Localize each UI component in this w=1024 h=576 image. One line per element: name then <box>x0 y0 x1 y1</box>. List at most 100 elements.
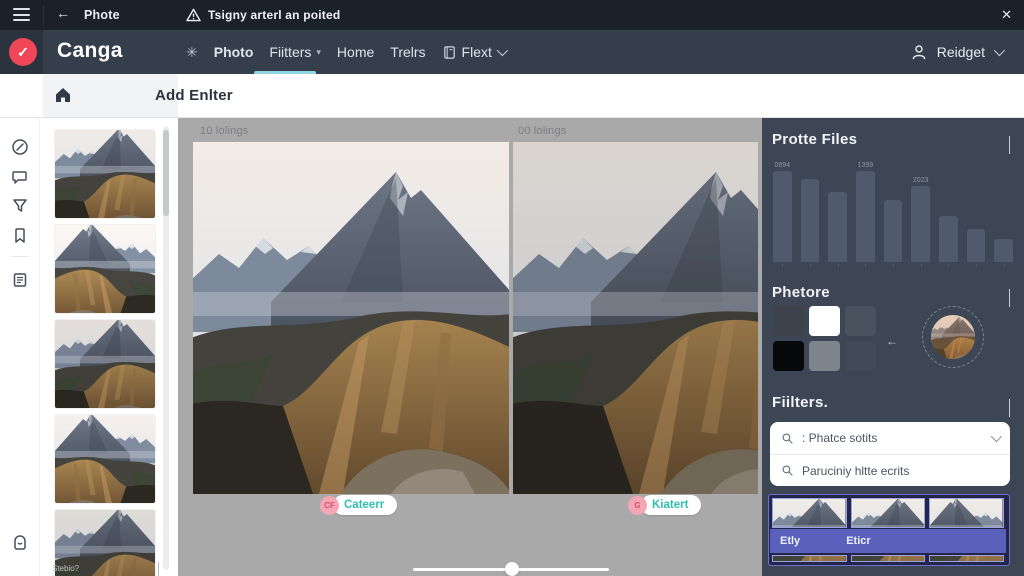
chart-bar <box>801 162 820 262</box>
filter-search-select[interactable]: : Phatce sotits <box>770 422 1010 454</box>
chevron-down-icon[interactable] <box>1009 399 1010 417</box>
account-menu[interactable]: Reidget <box>910 30 1002 74</box>
filter-funnel-icon[interactable] <box>11 197 29 215</box>
chart-bar <box>939 162 958 262</box>
right-image-badge[interactable]: G Kiatert <box>628 495 701 515</box>
properties-panel: Protte Files 0694 1399 2023 Phetore ← Fi… <box>762 118 1024 576</box>
filter-search-secondary-label: Paruciniy hltte ecrits <box>802 464 909 478</box>
back-arrow-icon[interactable]: ← <box>56 5 70 21</box>
color-swatch[interactable] <box>809 341 840 371</box>
profile-section-title: Protte Files <box>772 131 857 148</box>
badge-avatar: CF <box>320 496 339 515</box>
app-window: ← Phote Tsigny arterl an poited ✕ ✓ Cang… <box>0 0 1024 576</box>
color-swatch[interactable] <box>773 341 804 371</box>
chart-bar <box>994 162 1013 262</box>
photo-thumbnail[interactable] <box>55 225 155 313</box>
chart-bar <box>828 162 847 262</box>
chevron-down-icon[interactable] <box>158 562 159 576</box>
nav-item-flext-label: Flext <box>462 44 492 60</box>
brand-check-icon[interactable]: ✓ <box>9 38 37 66</box>
nav-item-filters-label: Fiitters <box>269 44 311 60</box>
chart-bar <box>884 162 903 262</box>
left-image-badge[interactable]: CF Cateerr <box>320 495 397 515</box>
filter-search-box: : Phatce sotits Paruciniy hltte ecrits <box>770 422 1010 486</box>
divider <box>43 5 44 25</box>
photos-section-title: Phetore <box>772 284 830 301</box>
search-icon <box>781 432 794 445</box>
editor-toolbar: Add Enlter FIEE Ftek ▾ Ficted Coficre ▾ … <box>0 74 1024 118</box>
nav-item-home[interactable]: Home <box>337 44 374 60</box>
nav-item-flext[interactable]: Flext <box>442 44 505 60</box>
notes-document-icon[interactable] <box>11 271 29 289</box>
alert-banner: Tsigny arterl an poited <box>186 0 340 30</box>
left-image-label: 10 lolings <box>200 125 248 137</box>
preset-thumbnail[interactable] <box>929 498 1004 528</box>
chat-bubble-icon[interactable] <box>11 168 29 186</box>
tool-rail <box>0 118 40 576</box>
app-logo[interactable]: Canga <box>57 39 123 63</box>
preset-thumbnail-slice <box>772 555 847 562</box>
swatch-grid <box>773 306 876 371</box>
filter-search-input[interactable]: Paruciniy hltte ecrits <box>770 454 1010 486</box>
title-bar: ← Phote Tsigny arterl an poited ✕ <box>0 0 1024 30</box>
photo-thumbnail[interactable] <box>55 320 155 408</box>
color-swatch[interactable] <box>845 306 876 336</box>
color-swatch[interactable] <box>845 341 876 371</box>
paint-bucket-icon[interactable] <box>11 534 29 552</box>
color-swatch[interactable] <box>773 306 804 336</box>
panel-title: Add Enlter <box>155 87 233 104</box>
preset-thumbnail-slice <box>851 555 926 562</box>
filters-section-title: Fiilters. <box>772 394 828 411</box>
bookmark-flag-icon[interactable] <box>11 226 29 244</box>
chart-bar: 2023 <box>911 162 930 262</box>
hamburger-menu-icon[interactable] <box>13 8 30 21</box>
chart-bar: 1399 <box>856 162 875 262</box>
color-swatch[interactable] <box>809 306 840 336</box>
preset-label-1[interactable]: Etly <box>780 535 800 547</box>
preset-label-bar: Etly Eticr <box>770 529 1006 553</box>
nav-item-filters[interactable]: Fiitters ▾ <box>269 44 321 60</box>
nav-item-trails[interactable]: Trelrs <box>390 44 425 60</box>
pen-icon[interactable] <box>11 138 29 156</box>
app-header: ✓ Canga ✳ Photo Fiitters ▾ Home Trelrs F… <box>0 30 1024 74</box>
zoom-slider[interactable] <box>413 562 609 576</box>
close-icon[interactable]: ✕ <box>1001 7 1012 23</box>
search-icon <box>781 464 794 477</box>
account-label: Reidget <box>937 44 985 60</box>
scrollbar-thumb[interactable] <box>163 130 169 216</box>
chevron-down-icon[interactable] <box>1009 289 1010 307</box>
preset-strip: Etly Eticr <box>768 494 1010 566</box>
nav-item-photo[interactable]: Photo <box>214 44 254 60</box>
chevron-down-icon[interactable] <box>1009 136 1010 154</box>
chevron-down-icon <box>991 431 1002 442</box>
user-icon <box>910 43 928 61</box>
preset-thumbnail[interactable] <box>772 498 847 528</box>
home-icon[interactable] <box>53 85 73 105</box>
right-image-label: 00 lolings <box>518 125 566 137</box>
chevron-down-icon <box>497 45 508 56</box>
scrollbar-track[interactable] <box>163 126 169 570</box>
right-canvas-image[interactable] <box>513 142 758 494</box>
photo-thumbnail-panel: Stebio? <box>40 118 178 576</box>
profile-bar-chart: 0694 1399 2023 <box>773 162 1013 262</box>
chart-axis-ticks <box>773 264 1013 267</box>
preset-thumb-row <box>772 498 1004 528</box>
photo-thumbnail[interactable] <box>55 415 155 503</box>
apps-grid-icon[interactable]: ✳ <box>186 44 198 61</box>
preset-label-2[interactable]: Eticr <box>846 535 870 547</box>
divider <box>12 256 28 257</box>
badge-label: Kiatert <box>641 495 701 515</box>
badge-label: Cateerr <box>333 495 397 515</box>
slider-handle[interactable] <box>505 562 519 576</box>
book-icon <box>442 45 457 60</box>
left-canvas-image[interactable] <box>193 142 509 494</box>
chart-bar <box>967 162 986 262</box>
alert-text: Tsigny arterl an poited <box>208 8 340 22</box>
photo-avatar[interactable] <box>931 315 975 359</box>
preset-thumbnail[interactable] <box>851 498 926 528</box>
chart-bar: 0694 <box>773 162 792 262</box>
photo-thumbnail[interactable] <box>55 130 155 218</box>
back-arrow-icon[interactable]: ← <box>886 334 898 348</box>
badge-avatar: G <box>628 496 647 515</box>
thumbnail-list <box>55 130 155 576</box>
